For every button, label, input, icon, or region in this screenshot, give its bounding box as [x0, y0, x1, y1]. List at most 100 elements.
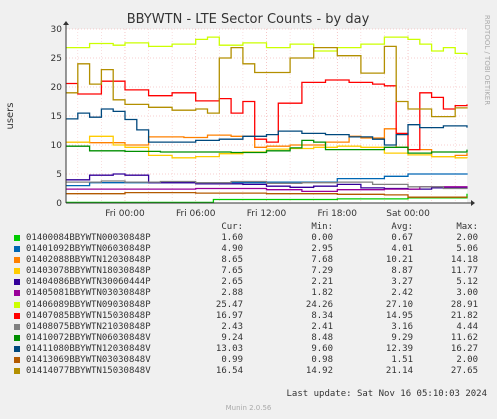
legend-max: 2.00	[456, 355, 478, 366]
legend-cur: 9.24	[221, 332, 243, 343]
legend-max: 28.91	[450, 299, 478, 310]
legend-header-max: Max:	[456, 222, 478, 232]
legend-avg: 27.10	[385, 299, 413, 310]
legend-cur: 2.43	[221, 321, 243, 332]
legend-avg: 1.51	[391, 355, 413, 366]
legend-min: 2.95	[311, 244, 333, 255]
legend-swatch	[14, 368, 20, 375]
legend-min: 1.82	[311, 288, 333, 299]
legend-max: 11.62	[450, 332, 478, 343]
legend-series-name: 01403078BBYWTN18030848P	[26, 266, 151, 277]
legend-cur: 0.99	[221, 355, 243, 366]
legend-max: 16.27	[450, 343, 478, 354]
legend-avg: 2.42	[391, 288, 413, 299]
legend-row: 01408075BBYWTN21030848P 2.43 2.41 3.16 4.44	[8, 322, 491, 333]
legend-avg: 3.16	[391, 321, 413, 332]
legend-swatch	[14, 279, 20, 286]
legend-header-avg: Avg:	[391, 222, 413, 232]
legend-max: 21.82	[450, 310, 478, 321]
legend-max: 2.00	[456, 233, 478, 243]
x-tick-label: Fri 18:00	[317, 209, 357, 219]
legend-swatch	[14, 334, 20, 341]
legend-max: 11.77	[450, 266, 478, 277]
legend-row: 01411080BBYWTN12030848V 13.03 9.60 12.39 16.…	[8, 344, 491, 355]
last-update: Last update: Sat Nov 16 05:10:03 2024	[286, 389, 487, 399]
legend-max: 27.65	[450, 366, 478, 377]
legend-row: 01402088BBYWTN12030848P 8.65 7.68 10.21 14.1…	[8, 255, 491, 266]
legend-series-name: 01411080BBYWTN12030848V	[26, 343, 151, 354]
x-axis-arrow	[471, 200, 475, 206]
legend-avg: 21.14	[385, 366, 413, 377]
y-axis-label: users	[5, 102, 16, 129]
footer-version: Munin 2.0.56	[225, 404, 272, 412]
y-tick-label: 5	[56, 170, 62, 180]
legend-row: 01410072BBYWTN06030848V 9.24 8.48 9.29 11.62	[8, 333, 491, 344]
legend-cur: 25.47	[215, 299, 243, 310]
legend-min: 24.26	[305, 299, 333, 310]
legend-series-name: 01414077BBYWTN15030848V	[26, 366, 151, 377]
legend-swatch	[14, 357, 20, 364]
legend: Cur: Min: Avg: Max: 01400084BBYWTN000308…	[8, 221, 491, 377]
legend-swatch	[14, 268, 20, 275]
legend-avg: 10.21	[385, 255, 413, 266]
y-tick-label: 0	[56, 199, 62, 209]
legend-avg: 3.27	[391, 277, 413, 288]
x-tick-label: Fri 12:00	[247, 209, 287, 219]
legend-series-name: 01404086BBYWTN30060444P	[26, 277, 151, 288]
legend-avg: 12.39	[385, 343, 413, 354]
legend-swatch	[14, 246, 20, 253]
legend-avg: 14.95	[385, 310, 413, 321]
legend-row: 01401092BBYWTN06030848P 4.90 2.95 4.01 5.06	[8, 244, 491, 255]
legend-cur: 13.03	[215, 343, 243, 354]
legend-min: 0.98	[311, 355, 333, 366]
legend-max: 3.00	[456, 288, 478, 299]
legend-cur: 4.90	[221, 244, 243, 255]
legend-series-name: 01406089BBYWTN09030848P	[26, 299, 151, 310]
x-tick-label: Fri 00:00	[105, 209, 145, 219]
y-tick-label: 10	[51, 141, 63, 151]
legend-cur: 7.65	[221, 266, 243, 277]
legend-cur: 8.65	[221, 255, 243, 266]
legend-min: 8.48	[311, 332, 333, 343]
legend-series-name: 01402088BBYWTN12030848P	[26, 255, 151, 266]
legend-row: 01414077BBYWTN15030848V 16.54 14.92 21.14 27…	[8, 366, 491, 377]
legend-swatch	[14, 312, 20, 319]
legend-min: 8.34	[311, 310, 333, 321]
legend-swatch	[14, 235, 20, 241]
legend-row: 01400084BBYWTN00030848P 1.60 0.00 0.67 2.00	[8, 233, 491, 244]
legend-avg: 8.87	[391, 266, 413, 277]
legend-swatch	[14, 290, 20, 297]
legend-min: 2.41	[311, 321, 333, 332]
legend-avg: 4.01	[391, 244, 413, 255]
y-tick-label: 25	[51, 54, 62, 64]
legend-max: 14.18	[450, 255, 478, 266]
legend-series-name: 01413069BBYWTN03030848V	[26, 355, 151, 366]
legend-max: 5.06	[456, 244, 478, 255]
legend-min: 0.00	[311, 233, 333, 243]
legend-series-name: 01407085BBYWTN15030848P	[26, 310, 151, 321]
legend-min: 7.68	[311, 255, 333, 266]
legend-min: 7.29	[311, 266, 333, 277]
legend-min: 14.92	[305, 366, 333, 377]
legend-min: 9.60	[311, 343, 333, 354]
legend-swatch	[14, 345, 20, 352]
legend-row: 01404086BBYWTN30060444P 2.65 2.21 3.27 5.12	[8, 277, 491, 288]
y-tick-label: 20	[51, 83, 63, 93]
legend-cur: 16.97	[215, 310, 243, 321]
legend-header: Cur: Min: Avg: Max:	[8, 221, 491, 233]
legend-row: 01406089BBYWTN09030848P 25.47 24.26 27.10 28…	[8, 300, 491, 311]
legend-series-name: 01401092BBYWTN06030848P	[26, 244, 151, 255]
legend-cur: 16.54	[215, 366, 243, 377]
legend-header-min: Min:	[311, 222, 333, 232]
side-label: RRDTOOL / TOBI OETIKER	[483, 15, 491, 105]
legend-max: 4.44	[456, 321, 478, 332]
legend-row: 01407085BBYWTN15030848P 16.97 8.34 14.95 21.…	[8, 311, 491, 322]
legend-avg: 0.67	[391, 233, 413, 243]
legend-max: 5.12	[456, 277, 478, 288]
legend-series-name: 01410072BBYWTN06030848V	[26, 332, 151, 343]
x-tick-label: Fri 06:00	[176, 209, 216, 219]
legend-series-name: 01408075BBYWTN21030848P	[26, 321, 151, 332]
y-tick-label: 15	[51, 112, 62, 122]
legend-cur: 2.88	[221, 288, 243, 299]
legend-series-name: 01405081BBYWTN03030848P	[26, 288, 151, 299]
